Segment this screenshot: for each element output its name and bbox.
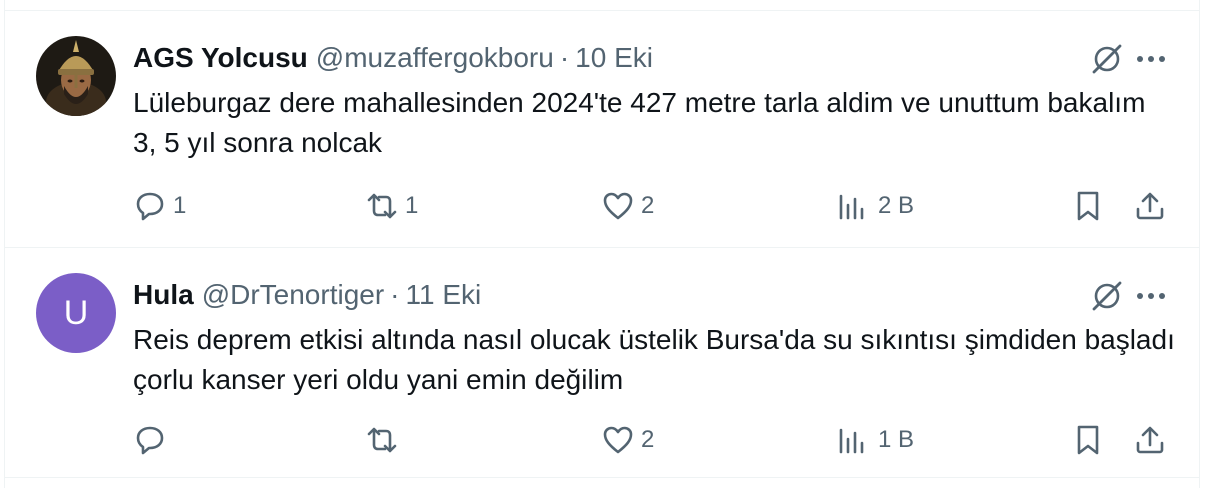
tweet-text: Lüleburgaz dere mahallesinden 2024'te 42… [133,87,1146,158]
like-button[interactable]: 2 [601,186,654,226]
avatar[interactable]: U [36,273,116,353]
grok-button[interactable] [1089,41,1125,77]
tweet-date[interactable]: 11 Eki [406,278,482,312]
more-icon [1137,293,1165,299]
tweet[interactable]: AGS Yolcusu @muzaffergokboru · 10 Eki Lü… [5,10,1199,248]
user-handle[interactable]: @muzaffergokboru [316,41,554,75]
heart-icon [603,192,633,220]
share-button[interactable] [1133,420,1167,460]
display-name[interactable]: AGS Yolcusu [133,41,308,75]
tweet-feed: AGS Yolcusu @muzaffergokboru · 10 Eki Lü… [4,0,1200,488]
retweet-icon [367,427,397,453]
reply-count: 1 [173,192,187,219]
share-button[interactable] [1133,186,1167,226]
like-button[interactable]: 2 [601,420,654,460]
tweet-date[interactable]: 10 Eki [575,41,653,75]
grok-button[interactable] [1089,278,1125,314]
heart-icon [603,426,633,454]
user-handle[interactable]: @DrTenortiger [202,278,384,312]
views-icon [839,428,864,454]
like-count: 2 [641,192,655,219]
tweet-header: Hula @DrTenortiger · 11 Eki [133,278,1169,312]
display-name[interactable]: Hula [133,278,194,312]
reply-icon [136,426,164,455]
views-button[interactable]: 1 B [836,420,914,460]
views-count: 1 B [878,426,915,453]
tweet[interactable]: U Hula @DrTenortiger · 11 Eki Reis depre… [5,248,1199,478]
separator: · [390,279,400,310]
avatar[interactable] [36,36,116,116]
views-button[interactable]: 2 B [836,186,914,226]
tweet-actions: 1 1 2 2 B [133,186,1169,226]
more-icon [1137,56,1165,62]
helmeted-warrior-avatar-icon [36,36,116,116]
more-button[interactable] [1131,278,1171,314]
tweet-header: AGS Yolcusu @muzaffergokboru · 10 Eki [133,41,1169,75]
bookmark-button[interactable] [1071,186,1105,226]
views-icon [839,194,864,220]
grok-icon [1092,281,1122,311]
retweet-icon [367,193,397,219]
views-count: 2 B [878,192,915,219]
grok-icon [1092,44,1122,74]
retweet-button[interactable] [365,420,405,460]
tweet-actions: 2 1 B [133,420,1169,460]
more-button[interactable] [1131,41,1171,77]
reply-icon [136,192,164,221]
retweet-button[interactable]: 1 [365,186,418,226]
bookmark-icon [1077,425,1099,455]
like-count: 2 [641,426,655,453]
retweet-count: 1 [405,192,419,219]
bookmark-button[interactable] [1071,420,1105,460]
share-icon [1136,426,1164,454]
reply-button[interactable] [133,420,173,460]
bookmark-icon [1077,191,1099,221]
separator: · [559,42,570,73]
tweet-text: Reis deprem etkisi altında nasıl olucak … [133,324,1175,395]
avatar-letter: U [63,293,89,332]
reply-button[interactable]: 1 [133,186,186,226]
share-icon [1136,192,1164,220]
